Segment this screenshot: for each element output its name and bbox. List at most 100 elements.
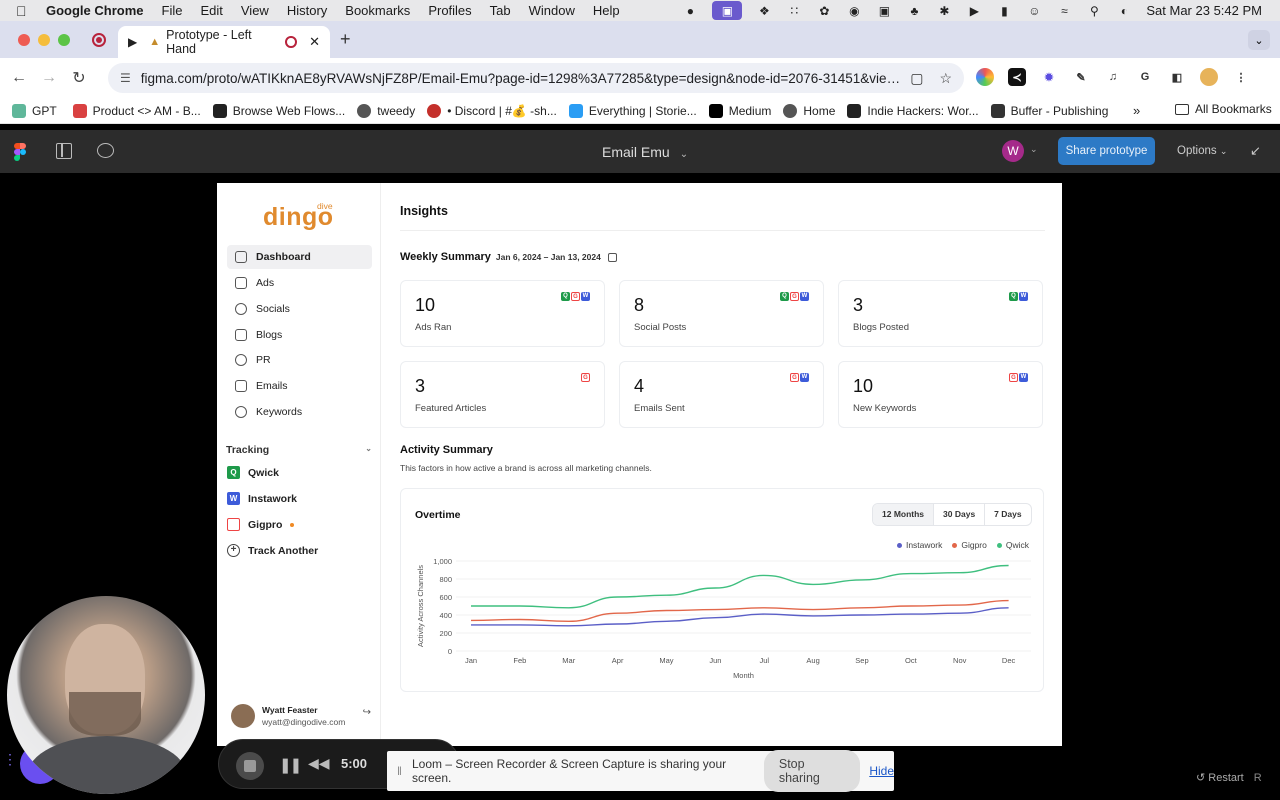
nav-socials[interactable]: Socials <box>227 297 372 321</box>
range-30-days[interactable]: 30 Days <box>934 504 986 525</box>
camera-icon[interactable]: ▢ <box>910 70 923 87</box>
address-bar[interactable]: ☰ figma.com/proto/wATIKknAE8yRVAWsNjFZ8P… <box>108 63 964 93</box>
stat-card-social[interactable]: 8 Social Posts QGW <box>619 280 824 347</box>
menu-tab[interactable]: Tab <box>490 3 511 18</box>
drag-handle-icon[interactable]: ‖ <box>397 764 402 778</box>
user-profile[interactable]: Wyatt Feaster wyatt@dingodive.com ↪ <box>231 704 371 728</box>
tab-search-button[interactable]: ⌄ <box>1248 30 1270 50</box>
share-prototype-button[interactable]: Share prototype <box>1058 137 1155 165</box>
tracking-header[interactable]: Tracking ⌄ <box>226 444 372 456</box>
kebab-menu-icon[interactable]: ⋮ <box>1232 68 1250 86</box>
bookmark-home[interactable]: Home <box>783 103 835 118</box>
stat-card-keywords[interactable]: 10 New Keywords GW <box>838 361 1043 428</box>
bookmark-star-icon[interactable]: ☆ <box>939 70 952 87</box>
track-qwick[interactable]: Q Qwick <box>227 466 372 479</box>
minimize-window-button[interactable] <box>38 34 50 46</box>
weekly-date-range[interactable]: Jan 6, 2024 – Jan 13, 2024 <box>496 252 601 262</box>
battery-icon[interactable]: ▮ <box>996 4 1012 18</box>
menu-view[interactable]: View <box>241 3 269 18</box>
stat-card-ads[interactable]: 10 Ads Ran QGW <box>400 280 605 347</box>
nav-dashboard[interactable]: Dashboard <box>227 245 372 269</box>
nav-ads[interactable]: Ads <box>227 271 372 295</box>
butterfly-icon[interactable]: ✿ <box>816 4 832 18</box>
stat-card-blogs[interactable]: 3 Blogs Posted QW <box>838 280 1043 347</box>
range-7-days[interactable]: 7 Days <box>985 504 1030 525</box>
bluetooth-icon[interactable]: ✱ <box>936 4 952 18</box>
nav-blogs[interactable]: Blogs <box>227 323 372 347</box>
color-extension-icon[interactable] <box>976 68 994 86</box>
notion-icon[interactable]: ▣ <box>876 4 892 18</box>
reload-icon[interactable]: ↻ <box>64 68 94 88</box>
microphone-icon[interactable]: ● <box>682 4 698 18</box>
puzzle-extension-icon[interactable]: ✎ <box>1072 68 1090 86</box>
url-text[interactable]: figma.com/proto/wATIKknAE8yRVAWsNjFZ8P/E… <box>141 71 901 86</box>
google-account-icon[interactable]: G <box>1136 68 1154 86</box>
nav-keywords[interactable]: Keywords <box>227 400 372 424</box>
track-gigpro[interactable]: G Gigpro <box>227 518 372 531</box>
menu-window[interactable]: Window <box>529 3 575 18</box>
menu-profiles[interactable]: Profiles <box>428 3 471 18</box>
range-12-months[interactable]: 12 Months <box>873 504 935 525</box>
close-window-button[interactable] <box>18 34 30 46</box>
restart-button[interactable]: ↺ Restart R <box>1196 771 1262 784</box>
bookmark-indie-hackers[interactable]: Indie Hackers: Wor... <box>847 103 979 118</box>
figma-logo-icon[interactable] <box>14 143 26 161</box>
apple-icon[interactable]:  <box>16 3 34 19</box>
site-info-icon[interactable]: ☰ <box>120 71 131 85</box>
all-bookmarks-button[interactable]: All Bookmarks <box>1175 102 1272 116</box>
webcam-bubble[interactable] <box>7 596 205 794</box>
stat-card-articles[interactable]: 3 Featured Articles G <box>400 361 605 428</box>
bookmark-buffer[interactable]: Buffer - Publishing <box>990 103 1108 118</box>
profile-avatar-icon[interactable] <box>1200 68 1218 86</box>
play-circle-icon[interactable]: ▶ <box>966 4 982 18</box>
back-arrow-icon[interactable]: ← <box>4 69 34 87</box>
grid-icon[interactable]: ∷ <box>786 4 802 18</box>
nav-emails[interactable]: Emails <box>227 374 372 398</box>
hide-link[interactable]: Hide <box>869 764 894 778</box>
menu-app-name[interactable]: Google Chrome <box>46 3 144 18</box>
options-menu[interactable]: Options ⌄ <box>1177 145 1227 157</box>
chevron-down-icon[interactable]: ⌄ <box>1030 144 1038 155</box>
calendar-icon[interactable] <box>607 252 617 262</box>
stop-sharing-button[interactable]: Stop sharing <box>763 750 861 792</box>
screen-share-icon[interactable]: ▣ <box>712 1 743 20</box>
zoom-window-button[interactable] <box>58 34 70 46</box>
wifi-icon[interactable]: ≈ <box>1056 4 1072 18</box>
menu-file[interactable]: File <box>162 3 183 18</box>
stop-recording-button[interactable] <box>236 752 264 780</box>
rewind-icon[interactable]: ◀◀ <box>308 755 330 772</box>
collapse-icon[interactable]: ↙ <box>1250 143 1261 159</box>
menu-edit[interactable]: Edit <box>200 3 222 18</box>
dark-extension-icon[interactable]: ≺ <box>1008 68 1026 86</box>
bookmark-discord[interactable]: • Discord | #💰 -sh... <box>427 103 557 118</box>
tree-icon[interactable]: ♣ <box>906 4 922 18</box>
comment-icon[interactable] <box>97 143 114 158</box>
bookmark-web-flows[interactable]: Browse Web Flows... <box>212 103 345 118</box>
pause-icon[interactable]: ❚❚ <box>279 756 302 774</box>
bookmark-everything[interactable]: Everything | Storie... <box>568 103 697 118</box>
grammarly-icon[interactable]: ◉ <box>846 4 862 18</box>
menu-help[interactable]: Help <box>593 3 620 18</box>
tab-prototype[interactable]: ▶ ▲ Prototype - Left Hand ✕ <box>118 26 330 58</box>
close-tab-icon[interactable]: ✕ <box>309 34 320 50</box>
spotlight-search-icon[interactable]: ⚲ <box>1086 4 1102 18</box>
user-circle-icon[interactable]: ☺ <box>1026 4 1042 18</box>
menu-bookmarks[interactable]: Bookmarks <box>345 3 410 18</box>
forward-arrow-icon[interactable]: → <box>34 69 64 87</box>
figma-tray-icon[interactable]: ❖ <box>756 4 772 18</box>
control-center-icon[interactable]: ◐ <box>1116 4 1132 18</box>
logout-icon[interactable]: ↪ <box>363 707 371 718</box>
bookmark-medium[interactable]: Medium <box>708 103 771 118</box>
bookmark-gpt[interactable]: GPT <box>12 103 57 118</box>
file-title-menu[interactable]: Email Emu ⌄ <box>602 144 688 160</box>
track-another-button[interactable]: + Track Another <box>227 544 372 557</box>
stat-card-emails[interactable]: 4 Emails Sent GW <box>619 361 824 428</box>
sidebar-toggle-icon[interactable] <box>56 143 72 159</box>
menu-history[interactable]: History <box>287 3 327 18</box>
user-avatar[interactable]: W <box>1002 140 1024 162</box>
media-controls-icon[interactable]: ♫ <box>1104 68 1122 86</box>
asterisk-extension-icon[interactable]: ✹ <box>1040 68 1058 86</box>
track-instawork[interactable]: W Instawork <box>227 492 372 505</box>
bookmark-tweedy[interactable]: tweedy <box>357 103 415 118</box>
more-bookmarks-icon[interactable]: » <box>1133 103 1140 118</box>
